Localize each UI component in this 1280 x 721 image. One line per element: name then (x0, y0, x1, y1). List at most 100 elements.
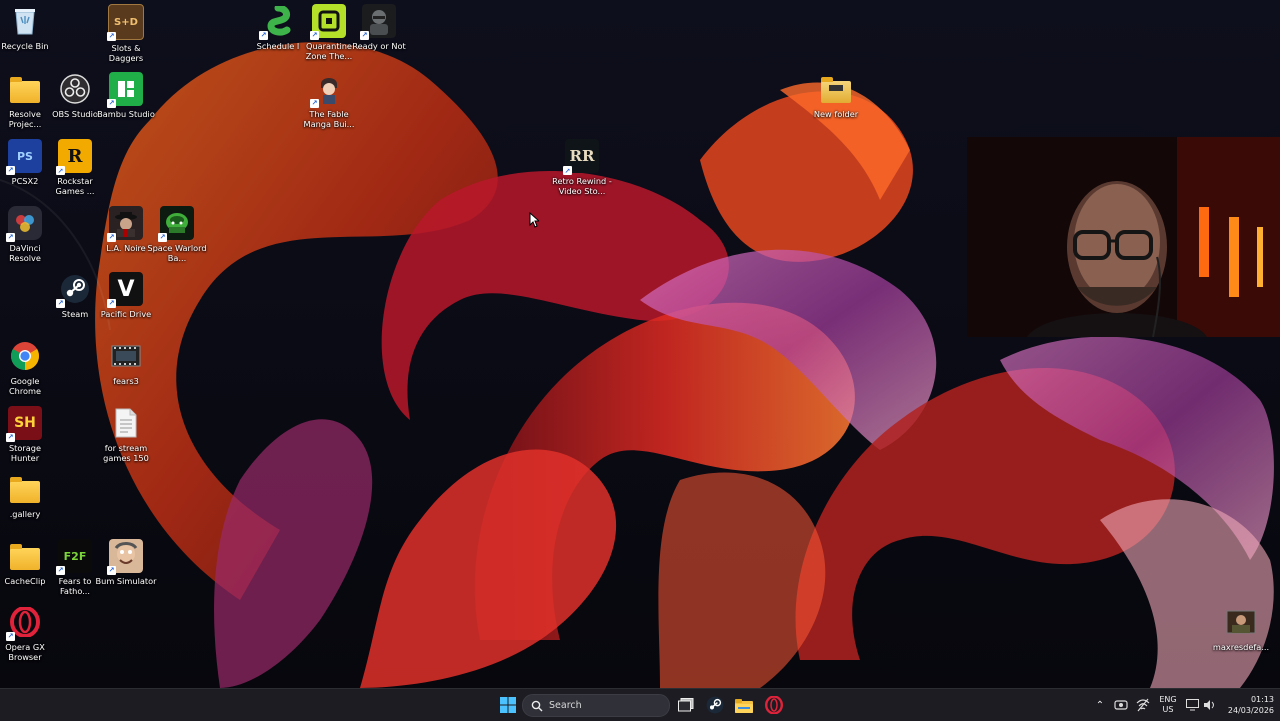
shortcut-arrow-icon: ↗ (56, 299, 65, 308)
chevron-up-icon: ⌃ (1095, 699, 1105, 711)
desktop-icon-maxresdefault[interactable]: maxresdefa... (1210, 605, 1272, 652)
shortcut-arrow-icon: ↗ (107, 32, 116, 41)
tray-volume-button[interactable] (1201, 689, 1217, 721)
text-file-icon (109, 406, 143, 440)
desktop-icon-label: Rockstar Games ... (55, 176, 95, 196)
taskbar-search-box[interactable]: Search (522, 694, 670, 717)
desktop-icon-slots-daggers[interactable]: S+D ↗ Slots & Daggers (95, 4, 157, 63)
display-icon (1185, 699, 1199, 711)
la-noire-icon: ↗ (107, 206, 143, 242)
steam-icon (706, 696, 724, 714)
shortcut-arrow-icon: ↗ (56, 566, 65, 575)
clock[interactable]: 01:13 24/03/2026 (1220, 689, 1274, 721)
desktop-icon-label: Ready or Not (352, 41, 406, 51)
windows-start-icon (500, 697, 516, 713)
desktop-icon-label: New folder (813, 109, 859, 119)
desktop-icon-label: Google Chrome (8, 376, 42, 396)
bum-simulator-icon: ↗ (107, 539, 143, 575)
start-button[interactable] (496, 693, 520, 717)
recycle-bin-icon (8, 4, 42, 38)
taskbar-steam-button[interactable] (703, 693, 727, 717)
shortcut-arrow-icon: ↗ (6, 632, 15, 641)
desktop-icon-label: Bum Simulator (95, 576, 157, 586)
shortcut-arrow-icon: ↗ (6, 433, 15, 442)
desktop-icon-label: maxresdefa... (1212, 642, 1270, 652)
region-code: US (1162, 705, 1174, 714)
desktop-icon-label: Space Warlord Ba... (147, 243, 207, 263)
desktop-icon-opera-gx[interactable]: ↗ Opera GX Browser (0, 605, 56, 662)
folder-icon (8, 472, 42, 506)
davinci-resolve-icon: ↗ (6, 206, 42, 242)
rockstar-icon: R ↗ (56, 139, 92, 175)
shortcut-arrow-icon: ↗ (360, 31, 369, 40)
desktop-icon-space-warlord[interactable]: ↗ Space Warlord Ba... (146, 206, 208, 263)
sync-icon (1114, 700, 1128, 710)
shortcut-arrow-icon: ↗ (6, 233, 15, 242)
desktop-icon-fable-manga[interactable]: ↗ The Fable Manga Bui... (298, 72, 360, 129)
retro-rewind-icon: RR ↗ (563, 139, 599, 175)
volume-icon (1203, 700, 1214, 710)
video-file-icon (109, 339, 143, 373)
desktop-icon-davinci-resolve[interactable]: ↗ DaVinci Resolve (0, 206, 56, 263)
clock-time: 01:13 (1250, 695, 1274, 704)
desktop-icon-bambu-studio[interactable]: ↗ Bambu Studio (95, 72, 157, 119)
ready-or-not-icon: ↗ (360, 4, 396, 40)
shortcut-arrow-icon: ↗ (107, 566, 116, 575)
opera-gx-icon (765, 696, 783, 714)
shortcut-arrow-icon: ↗ (6, 166, 15, 175)
fable-manga-icon: ↗ (310, 72, 346, 108)
desktop-icon-rockstar-games[interactable]: R ↗ Rockstar Games ... (44, 139, 106, 196)
quarantine-zone-icon: ↗ (310, 4, 346, 40)
desktop-wallpaper (0, 0, 1280, 688)
desktop-icon-label: for stream games 150 (103, 443, 149, 463)
clock-date: 24/03/2026 (1227, 706, 1274, 715)
desktop-icon-recycle-bin[interactable]: Recycle Bin (0, 4, 56, 51)
tray-network-button[interactable] (1134, 689, 1152, 721)
schedule-i-icon: ↗ (259, 4, 295, 40)
language-code: ENG (1159, 695, 1177, 704)
desktop-icon-label: Opera GX Browser (5, 642, 45, 662)
slots-daggers-icon: S+D ↗ (107, 4, 144, 41)
steam-icon: ↗ (56, 272, 92, 308)
network-disconnected-icon (1136, 698, 1150, 712)
taskbar-opera-gx-button[interactable] (762, 693, 786, 717)
task-view-button[interactable] (674, 693, 698, 717)
shortcut-arrow-icon: ↗ (107, 233, 116, 242)
shortcut-arrow-icon: ↗ (158, 233, 167, 242)
desktop-icon-storage-hunter[interactable]: SH ↗ Storage Hunter (0, 406, 56, 463)
search-icon (531, 700, 543, 711)
desktop-icon-google-chrome[interactable]: Google Chrome (0, 339, 56, 396)
chrome-icon (8, 339, 42, 373)
tray-sync-icon-button[interactable] (1112, 689, 1130, 721)
desktop-icon-label: .gallery (9, 509, 41, 519)
shortcut-arrow-icon: ↗ (563, 166, 572, 175)
pacific-drive-icon: V ↗ (107, 272, 143, 308)
language-indicator[interactable]: ENG US (1155, 689, 1181, 721)
taskbar-file-explorer-button[interactable] (732, 693, 756, 717)
desktop-icon-label: Storage Hunter (8, 443, 42, 463)
shortcut-arrow-icon: ↗ (107, 299, 116, 308)
storage-hunter-icon: SH ↗ (6, 406, 42, 442)
desktop-icon-for-stream-games[interactable]: for stream games 150 (95, 406, 157, 463)
desktop-icon-retro-rewind[interactable]: RR ↗ Retro Rewind - Video Sto... (551, 139, 613, 196)
desktop-icon-label: The Fable Manga Bui... (303, 109, 355, 129)
obs-icon (58, 72, 92, 106)
folder-icon (819, 72, 853, 106)
desktop-icon-new-folder[interactable]: New folder (805, 72, 867, 119)
pcsx2-icon: PS ↗ (6, 139, 42, 175)
webcam-feed (967, 137, 1280, 337)
desktop-icon-label: Pacific Drive (100, 309, 152, 319)
desktop-icon-label: Bambu Studio (97, 109, 155, 119)
desktop-icon-ready-or-not[interactable]: ↗ Ready or Not (348, 4, 410, 51)
desktop-icon-fears3[interactable]: fears3 (95, 339, 157, 386)
tray-display-button[interactable] (1184, 689, 1200, 721)
desktop-icon-bum-simulator[interactable]: ↗ Bum Simulator (95, 539, 157, 586)
show-hidden-icons-button[interactable]: ⌃ (1092, 689, 1108, 721)
shortcut-arrow-icon: ↗ (310, 31, 319, 40)
desktop-icon-gallery[interactable]: .gallery (0, 472, 56, 519)
shortcut-arrow-icon: ↗ (310, 99, 319, 108)
folder-icon (8, 72, 42, 106)
search-placeholder: Search (549, 700, 582, 711)
desktop-icon-pacific-drive[interactable]: V ↗ Pacific Drive (95, 272, 157, 319)
shortcut-arrow-icon: ↗ (56, 166, 65, 175)
